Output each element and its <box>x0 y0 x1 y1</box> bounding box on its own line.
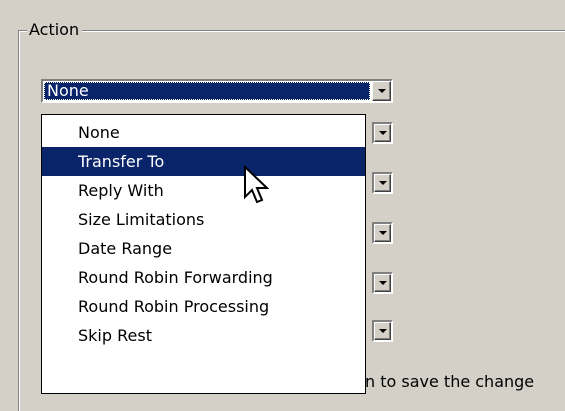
chevron-down-icon <box>379 281 387 285</box>
chevron-down-icon <box>379 181 387 185</box>
action-combo-value[interactable]: None <box>44 82 370 100</box>
mouse-cursor-icon <box>244 165 269 204</box>
save-hint-text: n to save the change <box>365 372 535 391</box>
dropdown-button[interactable] <box>374 124 391 142</box>
dropdown-button[interactable] <box>374 322 391 340</box>
dropdown-item-date-range[interactable]: Date Range <box>42 234 365 263</box>
combo-dropdown-button-2[interactable] <box>372 122 393 144</box>
dropdown-item-round-robin-processing[interactable]: Round Robin Processing <box>42 292 365 321</box>
dropdown-item-size-limitations[interactable]: Size Limitations <box>42 205 365 234</box>
dropdown-button[interactable] <box>374 274 391 292</box>
chevron-down-icon <box>379 131 387 135</box>
dropdown-button[interactable] <box>374 224 391 242</box>
action-combo[interactable]: None <box>41 79 393 103</box>
chevron-down-icon <box>378 89 386 93</box>
dropdown-item-round-robin-forwarding[interactable]: Round Robin Forwarding <box>42 263 365 292</box>
dropdown-item-none[interactable]: None <box>42 118 365 147</box>
combo-dropdown-button-3[interactable] <box>372 172 393 194</box>
chevron-down-icon <box>379 329 387 333</box>
action-dropdown-list: None Transfer To Reply With Size Limitat… <box>41 114 366 394</box>
chevron-down-icon <box>379 231 387 235</box>
dropdown-button[interactable] <box>374 174 391 192</box>
combo-dropdown-button-5[interactable] <box>372 272 393 294</box>
combo-dropdown-button-4[interactable] <box>372 222 393 244</box>
dropdown-item-reply-with[interactable]: Reply With <box>42 176 365 205</box>
action-combo-dropdown-button[interactable] <box>372 81 391 101</box>
action-group-label: Action <box>27 20 83 40</box>
combo-dropdown-button-6[interactable] <box>372 320 393 342</box>
dropdown-item-skip-rest[interactable]: Skip Rest <box>42 321 365 350</box>
dropdown-item-transfer-to[interactable]: Transfer To <box>42 147 365 176</box>
